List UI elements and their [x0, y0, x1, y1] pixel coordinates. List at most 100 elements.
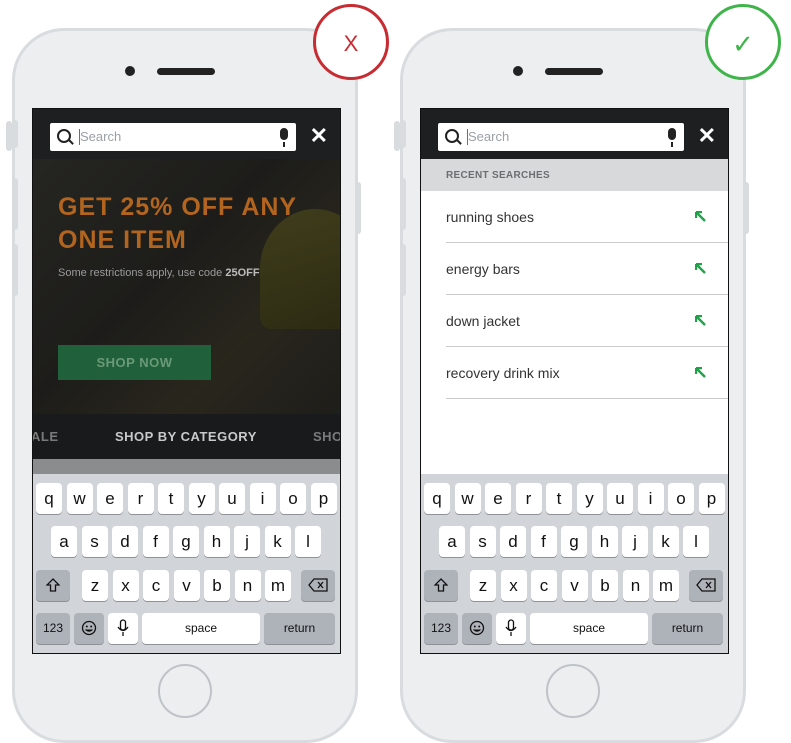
numbers-key[interactable]: 123 — [36, 613, 70, 644]
key-t[interactable]: t — [158, 483, 184, 514]
fill-search-arrow-icon[interactable] — [695, 211, 706, 222]
emoji-icon — [81, 620, 97, 636]
key-h[interactable]: h — [591, 526, 618, 557]
key-s[interactable]: s — [469, 526, 496, 557]
key-p[interactable]: p — [698, 483, 725, 514]
key-k[interactable]: k — [652, 526, 679, 557]
key-r[interactable]: r — [515, 483, 542, 514]
key-b[interactable]: b — [204, 570, 230, 601]
key-t[interactable]: t — [546, 483, 572, 514]
key-z[interactable]: z — [470, 570, 496, 601]
return-key[interactable]: return — [652, 613, 723, 644]
dictation-key[interactable] — [496, 613, 526, 644]
recent-search-item[interactable]: recovery drink mix — [446, 347, 728, 399]
recent-search-text: energy bars — [446, 261, 520, 277]
key-m[interactable]: m — [653, 570, 679, 601]
key-r[interactable]: r — [127, 483, 154, 514]
delete-key[interactable] — [301, 570, 335, 601]
key-m[interactable]: m — [265, 570, 291, 601]
key-n[interactable]: n — [622, 570, 649, 601]
space-key[interactable]: space — [530, 613, 648, 644]
key-o[interactable]: o — [280, 483, 306, 514]
category-tab-left[interactable]: ALE — [33, 429, 59, 444]
key-l[interactable]: l — [295, 526, 321, 557]
key-x[interactable]: x — [112, 570, 139, 601]
key-g[interactable]: g — [561, 526, 587, 557]
fill-search-arrow-icon[interactable] — [695, 367, 706, 378]
key-w[interactable]: w — [66, 483, 93, 514]
key-k[interactable]: k — [264, 526, 291, 557]
return-key[interactable]: return — [264, 613, 335, 644]
key-n[interactable]: n — [234, 570, 261, 601]
key-q[interactable]: q — [424, 483, 450, 514]
key-y[interactable]: y — [188, 483, 215, 514]
earpiece-speaker — [157, 68, 215, 75]
shift-key[interactable] — [424, 570, 458, 601]
key-p[interactable]: p — [310, 483, 337, 514]
key-q[interactable]: q — [36, 483, 62, 514]
key-o[interactable]: o — [668, 483, 694, 514]
phone-side-button — [12, 178, 18, 230]
search-input[interactable]: Search — [438, 123, 684, 151]
recent-search-item[interactable]: running shoes — [446, 191, 728, 243]
key-u[interactable]: u — [219, 483, 245, 514]
key-h[interactable]: h — [203, 526, 230, 557]
key-a[interactable]: a — [439, 526, 465, 557]
key-x[interactable]: x — [500, 570, 527, 601]
key-g[interactable]: g — [173, 526, 199, 557]
category-tab-main[interactable]: SHOP BY CATEGORY — [115, 429, 257, 444]
microphone-icon[interactable] — [668, 128, 676, 147]
key-e[interactable]: e — [485, 483, 511, 514]
key-c[interactable]: c — [143, 570, 169, 601]
key-c[interactable]: c — [531, 570, 557, 601]
key-v[interactable]: v — [173, 570, 200, 601]
home-button[interactable] — [158, 664, 212, 718]
fill-search-arrow-icon[interactable] — [695, 263, 706, 274]
key-b[interactable]: b — [592, 570, 618, 601]
close-icon[interactable]: ✕ — [698, 122, 716, 150]
fill-search-arrow-icon[interactable] — [695, 315, 706, 326]
key-f[interactable]: f — [530, 526, 557, 557]
keyboard-top-strip — [33, 459, 340, 474]
key-y[interactable]: y — [576, 483, 603, 514]
key-e[interactable]: e — [97, 483, 123, 514]
phone-side-button — [400, 244, 406, 296]
microphone-icon[interactable] — [280, 128, 288, 147]
key-f[interactable]: f — [142, 526, 169, 557]
key-l[interactable]: l — [683, 526, 709, 557]
key-v[interactable]: v — [561, 570, 588, 601]
key-j[interactable]: j — [622, 526, 648, 557]
key-s[interactable]: s — [81, 526, 108, 557]
emoji-key[interactable] — [462, 613, 492, 644]
shop-now-button[interactable]: SHOP NOW — [58, 345, 211, 380]
search-input[interactable]: Search — [50, 123, 296, 151]
key-w[interactable]: w — [454, 483, 481, 514]
key-j[interactable]: j — [234, 526, 260, 557]
backspace-icon — [696, 578, 716, 592]
recent-searches-header: RECENT SEARCHES — [421, 159, 728, 191]
close-icon[interactable]: ✕ — [310, 122, 328, 150]
key-d[interactable]: d — [112, 526, 138, 557]
emoji-key[interactable] — [74, 613, 104, 644]
delete-key[interactable] — [689, 570, 723, 601]
numbers-key[interactable]: 123 — [424, 613, 458, 644]
shift-key[interactable] — [36, 570, 70, 601]
key-z[interactable]: z — [82, 570, 108, 601]
category-tab-right[interactable]: SHO — [313, 429, 340, 444]
promo-line-1: GET 25% OFF ANY — [58, 193, 298, 221]
recent-search-item[interactable]: energy bars — [446, 243, 728, 295]
phone-side-button — [400, 178, 406, 230]
microphone-icon — [117, 619, 129, 636]
key-d[interactable]: d — [500, 526, 526, 557]
phone-power-button — [355, 182, 361, 234]
key-i[interactable]: i — [249, 483, 276, 514]
x-mark-icon: X — [343, 31, 359, 56]
dictation-key[interactable] — [108, 613, 138, 644]
screen-bad: Search ✕ GET 25% OFF ANY ONE ITEM Some r… — [32, 108, 341, 654]
recent-search-item[interactable]: down jacket — [446, 295, 728, 347]
space-key[interactable]: space — [142, 613, 260, 644]
key-u[interactable]: u — [607, 483, 633, 514]
key-a[interactable]: a — [51, 526, 77, 557]
home-button[interactable] — [546, 664, 600, 718]
key-i[interactable]: i — [637, 483, 664, 514]
